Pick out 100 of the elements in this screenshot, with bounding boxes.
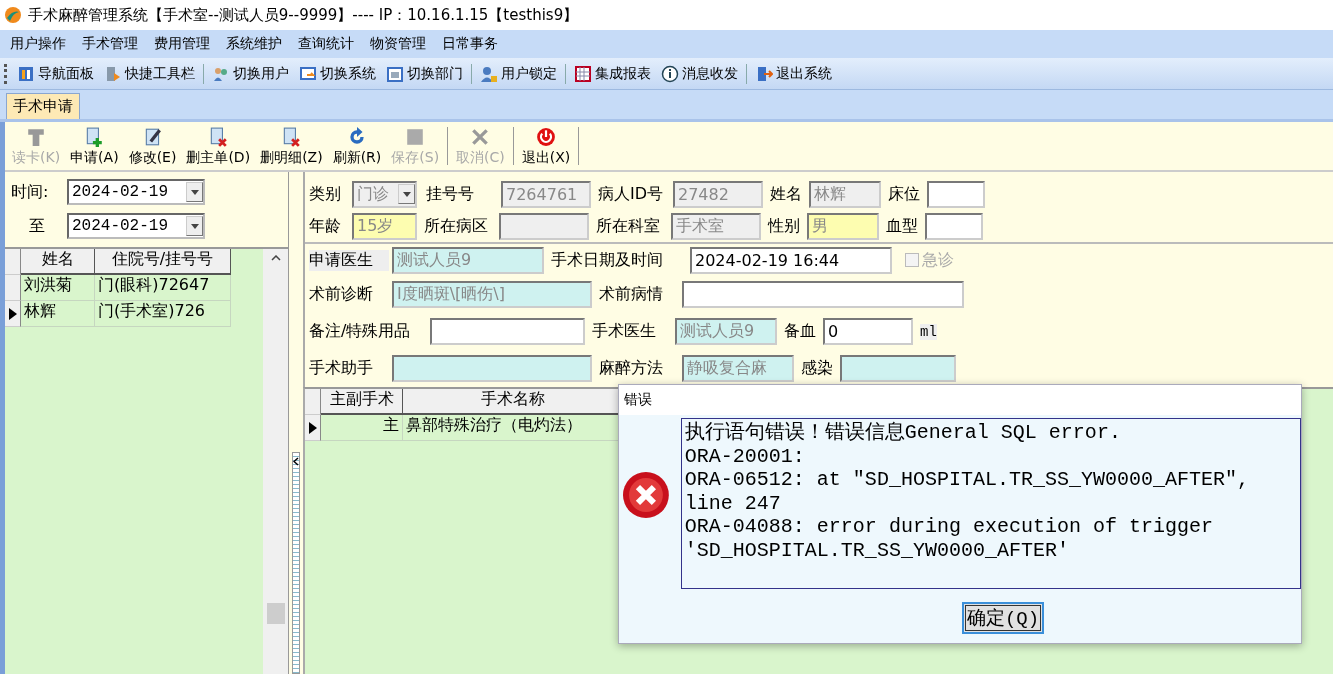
toolbar-button[interactable]: 退出(X)	[516, 125, 576, 167]
window-title: 手术麻醉管理系统【手术室--测试人员9--9999】---- IP：10.16.1.15【testhis9】	[28, 5, 579, 25]
tab[interactable]: 手术申请	[6, 93, 80, 119]
exit-icon	[755, 64, 773, 83]
table-cell[interactable]: 门(眼科)72647	[95, 275, 231, 301]
toolbar-button[interactable]: 切换部门	[382, 64, 467, 83]
table-cell[interactable]: 门(手术室)726	[95, 301, 231, 327]
field-label: 所在病区	[424, 215, 489, 237]
field-label: 所在科室	[596, 215, 661, 237]
row-pointer-icon	[8, 307, 17, 320]
menu-item[interactable]: 费用管理	[148, 35, 220, 53]
app-logo	[4, 6, 22, 24]
collapse-icon	[293, 457, 299, 466]
delete-document-icon	[281, 127, 302, 147]
field-label: 时间:	[11, 181, 50, 203]
dialog-title: 错误	[619, 385, 1301, 415]
input-field[interactable]	[840, 355, 956, 382]
menu-item[interactable]: 系统维护	[220, 35, 292, 53]
toolbar-button[interactable]: 切换系统	[295, 64, 380, 83]
field-label: 手术助手	[309, 358, 374, 379]
corner-header	[305, 389, 321, 415]
grid-icon	[574, 64, 592, 83]
table-cell[interactable]: 主	[321, 415, 403, 441]
toolbar-button[interactable]: 快捷工具栏	[100, 64, 199, 83]
menu-item[interactable]: 查询统计	[292, 35, 364, 53]
menu-item[interactable]: 用户操作	[4, 35, 76, 53]
toolbar-button[interactable]: 集成报表	[570, 64, 655, 83]
delete-document-icon	[208, 127, 229, 147]
field-label: 术前诊断	[309, 284, 374, 305]
menu-item[interactable]: 日常事务	[436, 35, 508, 53]
field-label: 类别	[309, 183, 342, 205]
field-label: 挂号号	[426, 183, 475, 205]
window-icon	[299, 64, 317, 83]
table-cell[interactable]: 刘洪菊	[21, 275, 95, 301]
corner-header	[5, 249, 21, 275]
input-field[interactable]	[392, 355, 592, 382]
panel-icon	[17, 64, 35, 83]
scrollbar[interactable]	[263, 249, 288, 674]
toolbar-button[interactable]: 消息收发	[657, 64, 742, 83]
toolbar-button[interactable]: 切换用户	[208, 64, 293, 83]
add-document-icon	[84, 127, 105, 147]
info-icon	[661, 64, 679, 83]
power-icon	[536, 127, 557, 147]
column-header[interactable]: 住院号/挂号号	[95, 249, 231, 275]
table-cell[interactable]: 林辉	[21, 301, 95, 327]
lock-user-icon	[480, 64, 498, 83]
input-field[interactable]: 2024-02-19 16:44	[690, 246, 892, 274]
cancel-icon	[470, 127, 491, 147]
toolbar-button[interactable]: 申请(A)	[65, 125, 124, 167]
row-header[interactable]	[5, 301, 21, 327]
input-field[interactable]: 0	[823, 318, 913, 345]
input-field[interactable]	[925, 212, 983, 240]
toolbar-button[interactable]: 退出系统	[751, 64, 836, 83]
toolbar-button[interactable]: 刷新(R)	[327, 125, 387, 167]
input-field[interactable]	[499, 212, 589, 240]
row-pointer-icon	[308, 421, 317, 434]
card-reader-icon	[26, 127, 47, 147]
column-header[interactable]: 姓名	[21, 249, 95, 275]
scroll-thumb[interactable]	[266, 603, 285, 624]
error-message: 执行语句错误！错误信息General SQL error. ORA-20001: ORA-06512: at "SD_HOSPITAL.TR_SS_YW0000_AFTER", line 247 ORA-04088: error during execution of trigger 'SD_HOSPITAL.TR_SS_YW0000_AFTER'	[680, 418, 1301, 589]
row-header[interactable]	[305, 415, 321, 441]
toolbar-button[interactable]: 修改(E)	[123, 125, 182, 167]
calendar-icon	[386, 64, 404, 83]
toolbar-button[interactable]: 删主单(D)	[181, 125, 256, 167]
input-field[interactable]	[927, 180, 985, 208]
field-label: 性别	[768, 215, 801, 237]
field-label: 备血	[784, 321, 817, 342]
toolbar-button[interactable]: 用户锁定	[476, 64, 561, 83]
field-label: 手术日期及时间	[551, 249, 664, 271]
column-header[interactable]: 主副手术	[321, 389, 403, 415]
error-icon	[621, 470, 671, 520]
dropdown-caret-icon	[190, 223, 199, 229]
field-label: 申请医生	[309, 249, 389, 271]
toolbar-button[interactable]: 导航面板	[13, 64, 98, 83]
dropdown-caret-icon	[190, 189, 199, 195]
date-picker[interactable]: 2024-02-19	[67, 179, 205, 205]
tools-icon	[104, 64, 122, 83]
field-label: 床位	[888, 183, 921, 205]
scroll-up-icon	[270, 255, 281, 261]
menu-item[interactable]: 手术管理	[76, 35, 148, 53]
dropdown-caret-icon	[402, 191, 411, 197]
field-label: 手术医生	[592, 321, 657, 342]
ok-button[interactable]: 确定(Q)	[961, 602, 1045, 634]
field-label: 术前病情	[599, 284, 664, 305]
field-label: 姓名	[770, 183, 803, 205]
date-picker[interactable]: 2024-02-19	[67, 213, 205, 239]
save-icon	[405, 127, 426, 147]
input-field[interactable]	[430, 318, 585, 345]
field-label: 年龄	[309, 215, 342, 237]
checkbox-label: 急诊	[922, 249, 954, 271]
field-label: 至	[28, 215, 46, 237]
field-label: 病人ID号	[598, 183, 665, 205]
field-label: 备注/特殊用品	[309, 321, 412, 342]
field-label: 血型	[886, 215, 919, 237]
toolbar-button[interactable]: 删明细(Z)	[255, 125, 328, 167]
field-label: 麻醉方法	[599, 358, 664, 379]
menu-item[interactable]: 物资管理	[364, 35, 436, 53]
splitter[interactable]	[292, 452, 300, 674]
input-field[interactable]	[682, 281, 964, 308]
unit-label: ml	[920, 323, 937, 340]
